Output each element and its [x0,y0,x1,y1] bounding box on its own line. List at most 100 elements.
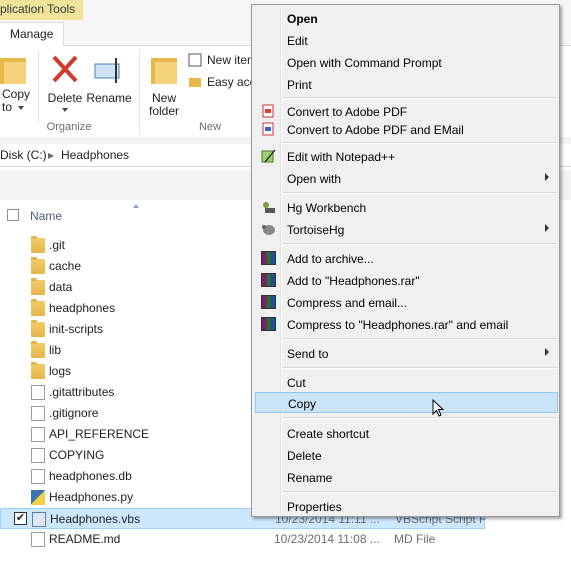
menu-item-edit[interactable]: Edit [254,30,557,51]
menu-item-compress-rar-email[interactable]: Compress to "Headphones.rar" and email [254,314,557,335]
file-row[interactable]: README.md 10/23/2014 11:08 ... MD File [0,529,485,550]
menu-item-open-with[interactable]: Open with [254,168,557,189]
breadcrumb-separator-icon: ▸ [48,148,55,162]
application-tools-tab[interactable]: plication Tools [0,0,83,20]
menu-item-tortoisehg[interactable]: TortoiseHg [254,219,557,240]
sort-ascending-icon [133,204,139,208]
rename-icon [94,58,120,83]
menu-item-compress-email[interactable]: Compress and email... [254,292,557,313]
file-type: MD File [394,532,436,546]
menu-item-label: TortoiseHg [287,223,345,237]
winrar-icon [261,251,276,265]
menu-item-copy[interactable]: Copy [255,392,558,413]
menu-separator [282,367,557,369]
file-name: lib [49,343,62,357]
menu-item-label: Properties [287,500,342,514]
select-all-checkbox[interactable] [7,209,19,221]
menu-item-convert-pdf-email[interactable]: Convert to Adobe PDF and EMail [254,119,557,140]
menu-item-label: Rename [287,471,333,485]
winrar-icon [261,317,276,331]
menu-separator [282,243,557,245]
menu-item-properties[interactable]: Properties [254,496,557,517]
file-name: .gitignore [49,406,99,420]
delete-label: Delete [47,91,83,105]
file-icon [31,469,45,484]
menu-item-create-shortcut[interactable]: Create shortcut [254,423,557,444]
breadcrumb-headphones[interactable]: Headphones [61,144,129,166]
adobe-pdf-icon [262,104,274,118]
new-item-label: New item [207,53,258,67]
rename-label: Rename [86,91,132,105]
file-name: Headphones.py [49,490,134,504]
context-menu: Open Edit Open with Command Prompt Print… [251,4,560,517]
delete-x-icon [52,55,78,83]
divider [38,50,39,122]
new-item-button[interactable]: New item [188,52,257,68]
submenu-arrow-icon [545,173,549,181]
copy-to-label: Copy to [2,87,31,114]
new-folder-icon [151,58,177,84]
delete-button[interactable]: Delete [45,50,85,120]
menu-item-print[interactable]: Print [254,74,557,95]
file-icon [31,427,45,442]
file-name: init-scripts [49,322,104,336]
menu-separator [282,97,557,99]
folder-icon [31,362,45,379]
menu-item-delete[interactable]: Delete [254,445,557,466]
menu-item-label: Edit [287,34,308,48]
file-name: .gitattributes [49,385,115,399]
menu-item-label: Compress to "Headphones.rar" and email [287,318,509,332]
menu-item-edit-notepad[interactable]: Edit with Notepad++ [254,146,557,167]
file-name: data [49,280,73,294]
menu-separator [282,338,557,340]
menu-item-label: Send to [287,347,329,361]
folder-icon [31,236,45,253]
menu-item-send-to[interactable]: Send to [254,343,557,364]
copy-to-button[interactable]: Copy to [0,50,34,120]
row-checkbox-checked[interactable]: ✔ [14,512,27,525]
winrar-icon [261,295,276,309]
menu-item-label: Print [287,78,312,92]
hg-workbench-icon [263,202,275,213]
menu-item-cut[interactable]: Cut [254,372,557,393]
folder-icon [31,278,45,295]
menu-item-open-command-prompt[interactable]: Open with Command Prompt [254,52,557,73]
folder-icon [0,58,26,84]
file-name: headphones [49,301,116,315]
menu-separator [282,417,557,419]
menu-item-add-rar[interactable]: Add to "Headphones.rar" [254,270,557,291]
menu-item-hg-workbench[interactable]: Hg Workbench [254,197,557,218]
tab-manage[interactable]: Manage [0,22,64,46]
adobe-pdf-email-icon [262,122,274,136]
folder-icon [31,299,45,316]
new-item-icon [188,53,202,67]
vbscript-file-icon [32,512,46,527]
notepad-plus-plus-icon [261,149,276,163]
menu-item-label: Delete [287,449,322,463]
file-icon [31,385,45,400]
file-name: API_REFERENCE [49,427,150,441]
menu-item-add-archive[interactable]: Add to archive... [254,248,557,269]
organize-group-label: Organize [46,121,92,133]
menu-item-label: Add to "Headphones.rar" [287,274,420,288]
file-name: COPYING [49,448,105,462]
menu-item-rename[interactable]: Rename [254,467,557,488]
submenu-arrow-icon [545,224,549,232]
menu-separator [282,192,557,194]
new-folder-label: New folder [148,91,180,118]
file-name: .git [49,238,66,252]
menu-item-label: Create shortcut [287,427,370,441]
chevron-down-icon [62,108,68,112]
new-folder-button[interactable]: New folder [145,50,183,120]
folder-icon [31,320,45,337]
menu-item-open[interactable]: Open [254,8,557,29]
breadcrumb-disk[interactable]: Disk (C:) [0,144,47,166]
rename-button[interactable]: Rename [86,50,132,120]
file-name: headphones.db [49,469,132,483]
column-header-name[interactable]: Name [30,209,62,223]
menu-item-label: Convert to Adobe PDF and EMail [287,123,464,137]
mouse-cursor-icon [432,399,445,417]
folder-icon [31,257,45,274]
easy-access-button[interactable]: Easy acce [188,74,262,90]
menu-item-label: Compress and email... [287,296,408,310]
